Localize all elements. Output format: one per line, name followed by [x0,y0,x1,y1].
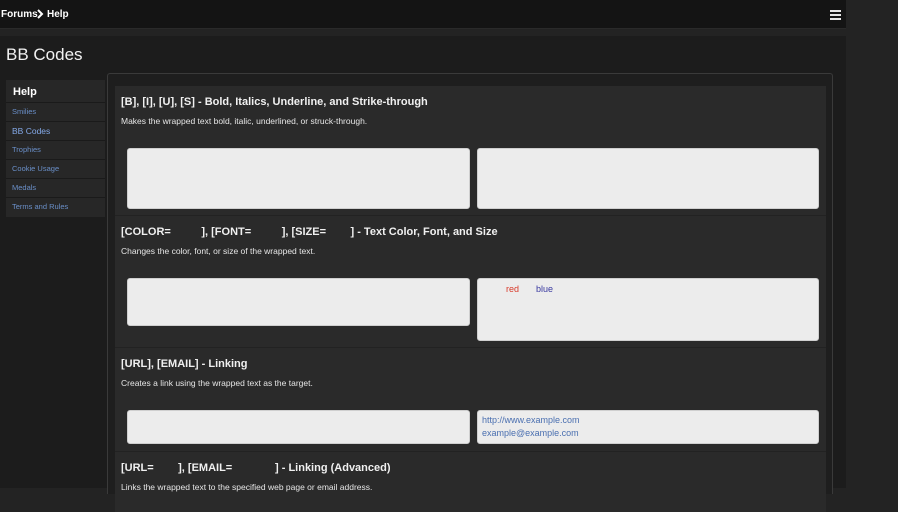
sidebar-item-smilies[interactable]: Smilies [6,102,105,121]
breadcrumb-forums[interactable]: Forums [1,9,38,20]
section-description: Makes the wrapped text bold, italic, und… [121,116,368,126]
section-color-font-size: [COLOR= ], [FONT= ], [SIZE= ] - Text Col… [115,216,826,347]
hamburger-menu-icon[interactable] [830,10,841,20]
section-linking: [URL], [EMAIL] - Linking Creates a link … [115,348,826,451]
top-navigation-bar: Forums Help [0,0,846,29]
section-description: Changes the color, font, or size of the … [121,246,316,256]
section-basic-formatting: [B], [I], [U], [S] - Bold, Italics, Unde… [115,86,826,215]
sidebar-item-bb-codes[interactable]: BB Codes [6,121,105,140]
example-output-box: red blue [477,278,819,341]
section-description: Creates a link using the wrapped text as… [121,378,313,388]
email-link-example[interactable]: example@example.com [482,428,579,438]
red-text-example: red [506,284,520,294]
example-input-box [127,410,470,444]
example-input-box [127,148,470,209]
section-linking-advanced: [URL= ], [EMAIL= ] - Linking (Advanced) … [115,452,826,512]
bb-codes-list: [B], [I], [U], [S] - Bold, Italics, Unde… [107,73,833,512]
breadcrumb-help[interactable]: Help [47,9,69,20]
sidebar-item-cookie-usage[interactable]: Cookie Usage [6,159,105,178]
section-description: Links the wrapped text to the specified … [121,482,373,492]
section-title: [COLOR= ], [FONT= ], [SIZE= ] - Text Col… [121,226,498,238]
example-output-box: http://www.example.com example@example.c… [477,410,819,444]
section-title: [URL= ], [EMAIL= ] - Linking (Advanced) [121,462,391,474]
sidebar-item-trophies[interactable]: Trophies [6,140,105,159]
sidebar-header: Help [13,86,37,98]
example-input-box [127,278,470,326]
sidebar-item-medals[interactable]: Medals [6,178,105,197]
blue-text-example: blue [536,284,554,294]
example-output-box [477,148,819,209]
section-title: [URL], [EMAIL] - Linking [121,358,248,370]
page-title: BB Codes [6,45,83,64]
help-sidebar: Help Smilies BB Codes Trophies Cookie Us… [6,80,105,217]
url-link-example[interactable]: http://www.example.com [482,415,580,425]
sidebar-item-terms-and-rules[interactable]: Terms and Rules [6,197,105,216]
section-title: [B], [I], [U], [S] - Bold, Italics, Unde… [121,96,428,108]
chevron-right-icon [37,9,44,19]
